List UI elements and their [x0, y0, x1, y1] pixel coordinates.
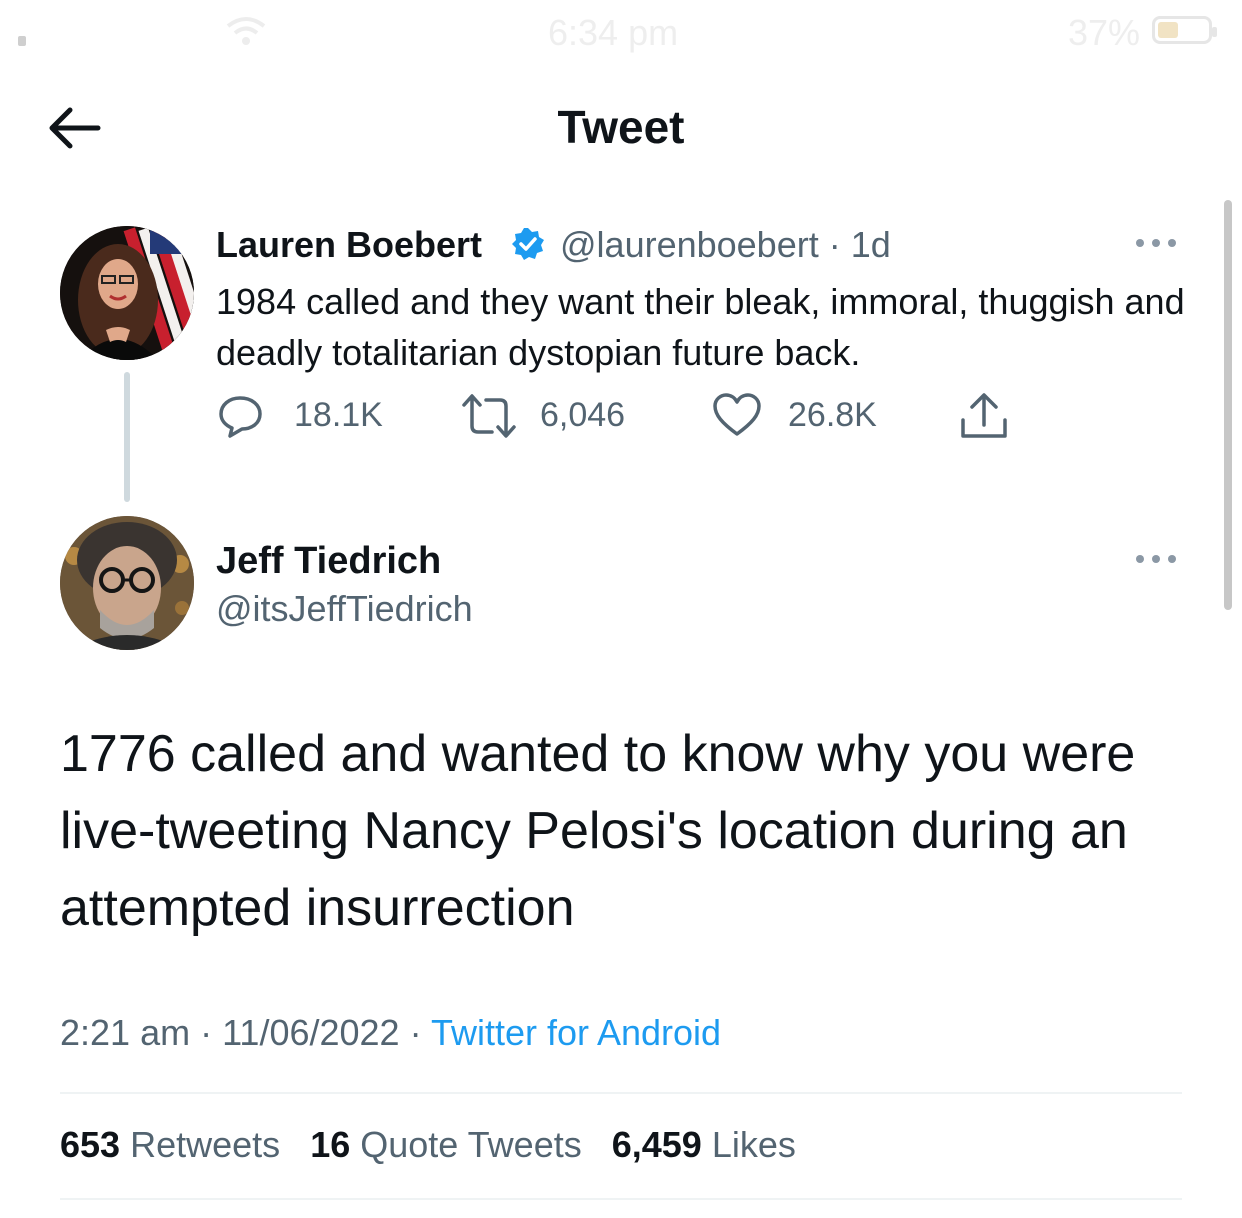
quotes-count: 16	[310, 1124, 351, 1165]
tweet-source-link[interactable]: Twitter for Android	[431, 1012, 721, 1053]
likes-stat[interactable]: 6,459 Likes	[612, 1124, 796, 1165]
tweet-actions: 18.1K 6,046 26.8K	[216, 392, 1016, 442]
parent-tweet-text: 1984 called and they want their bleak, i…	[216, 281, 1185, 373]
tweet-stats: 653 Retweets 16 Quote Tweets 6,459 Likes	[60, 1124, 796, 1166]
page-title: Tweet	[557, 101, 685, 153]
more-options-icon[interactable]	[1134, 236, 1178, 250]
status-time: 6:34 pm	[548, 12, 679, 53]
battery-percent: 37%	[1068, 12, 1141, 53]
heart-icon	[713, 393, 761, 436]
wifi-icon	[226, 17, 266, 45]
battery-icon	[1152, 16, 1217, 44]
signal-icon	[18, 36, 26, 46]
status-bar: 6:34 pm 37%	[0, 0, 1242, 70]
tweet-metadata: 2:21 am · 11/06/2022 · Twitter for Andro…	[60, 1012, 722, 1053]
divider	[60, 1092, 1182, 1094]
reply-count: 18.1K	[294, 396, 383, 434]
avatar-lauren-boebert[interactable]	[60, 226, 194, 360]
avatar-jeff-tiedrich[interactable]	[60, 516, 194, 650]
divider	[60, 1198, 1182, 1200]
retweets-label: Retweets	[130, 1124, 281, 1165]
retweets-stat[interactable]: 653 Retweets	[60, 1124, 280, 1165]
likes-label: Likes	[711, 1124, 796, 1165]
tweet-date: 11/06/2022	[222, 1012, 400, 1053]
like-count: 26.8K	[788, 396, 877, 434]
retweets-count: 653	[60, 1124, 121, 1165]
tweet-time: 2:21 am	[60, 1012, 191, 1053]
quotes-label: Quote Tweets	[360, 1124, 582, 1165]
main-author-name[interactable]: Jeff Tiedrich	[216, 540, 441, 583]
main-author-handle[interactable]: @itsJeffTiedrich	[216, 588, 473, 630]
share-icon	[961, 393, 1007, 438]
thread-line	[124, 372, 130, 502]
scrollbar[interactable]	[1224, 200, 1232, 610]
main-tweet-text: 1776 called and wanted to know why you w…	[60, 725, 1136, 937]
verified-badge-icon	[512, 228, 544, 260]
parent-author-name[interactable]: Lauren Boebert	[216, 224, 482, 266]
quote-tweets-stat[interactable]: 16 Quote Tweets	[310, 1124, 582, 1165]
likes-count: 6,459	[611, 1124, 702, 1165]
more-options-icon[interactable]	[1134, 552, 1178, 566]
retweet-icon	[462, 394, 516, 438]
header: Tweet	[0, 70, 1242, 190]
retweet-count: 6,046	[540, 396, 626, 434]
reply-icon	[219, 396, 262, 438]
parent-author-handle[interactable]: @laurenboebert · 1d	[560, 224, 891, 266]
